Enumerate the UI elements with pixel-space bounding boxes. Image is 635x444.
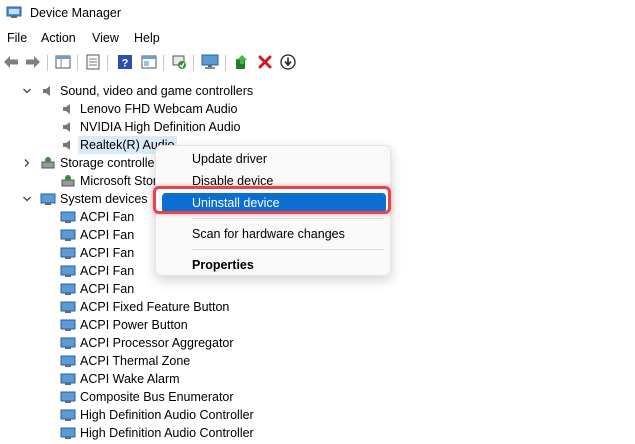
title-bar: Device Manager [0, 0, 635, 26]
system-device-icon [60, 229, 76, 241]
system-device-icon [60, 373, 76, 385]
speaker-icon [63, 122, 70, 132]
back-arrow-icon[interactable] [2, 53, 20, 71]
menu-separator [192, 218, 384, 219]
chevron-right-icon[interactable] [22, 158, 32, 168]
svg-text:?: ? [122, 58, 129, 70]
system-device-icon [60, 427, 76, 439]
tree-item-label: ACPI Fan [80, 282, 135, 296]
tree-item-system-device[interactable]: ACPI Fan [60, 244, 134, 262]
tree-item-system-device[interactable]: ACPI Fan [60, 262, 134, 280]
chevron-down-icon[interactable] [22, 86, 32, 96]
tree-item-system-device[interactable]: ACPI Fan [60, 226, 134, 244]
tree-item-system-device[interactable]: Composite Bus Enumerator [60, 388, 234, 406]
window-title: Device Manager [30, 6, 122, 20]
system-device-icon [60, 391, 76, 403]
properties-icon[interactable] [54, 53, 72, 71]
toolbar: ? [0, 52, 635, 74]
tree-item-label: ACPI Power Button [80, 318, 188, 332]
system-device-icon [40, 193, 56, 205]
menu-help[interactable]: Help [134, 31, 160, 45]
chevron-down-icon[interactable] [22, 194, 32, 204]
system-device-icon [60, 247, 76, 259]
view-icon[interactable] [140, 53, 158, 71]
download-icon[interactable] [279, 53, 297, 71]
system-device-icon [60, 283, 76, 295]
device-manager-icon [6, 6, 22, 18]
list-icon[interactable] [84, 53, 102, 71]
system-device-icon [60, 319, 76, 331]
system-device-icon [60, 265, 76, 277]
system-device-icon [60, 211, 76, 223]
tree-item-system-device[interactable]: ACPI Fixed Feature Button [60, 298, 229, 316]
tree-category-sound[interactable]: Sound, video and game controllers [22, 82, 253, 100]
tree-item-system-device[interactable]: ACPI Thermal Zone [60, 352, 190, 370]
tree-item-label: ACPI Fan [80, 228, 135, 242]
tree-item-label: High Definition Audio Controller [80, 426, 254, 440]
menu-scan-hardware[interactable]: Scan for hardware changes [162, 224, 386, 244]
speaker-icon [63, 140, 70, 150]
tree-item-label: Composite Bus Enumerator [80, 390, 234, 404]
uninstall-x-icon[interactable] [256, 53, 274, 71]
tree-category-label: System devices [60, 192, 148, 206]
system-device-icon [60, 337, 76, 349]
speaker-icon [43, 86, 50, 96]
update-driver-icon[interactable] [233, 53, 251, 71]
tree-item-system-device[interactable]: High Definition Audio Controller [60, 406, 254, 424]
tree-category-storage[interactable]: Storage controllers [22, 154, 165, 172]
tree-category-label: Storage controllers [60, 156, 165, 170]
tree-item-nvidia-audio[interactable]: NVIDIA High Definition Audio [60, 118, 241, 136]
tree-item-label: ACPI Fan [80, 210, 135, 224]
tree-item-system-device[interactable]: ACPI Fan [60, 208, 134, 226]
tree-item-system-device[interactable]: ACPI Wake Alarm [60, 370, 180, 388]
menu-view[interactable]: View [92, 31, 119, 45]
system-device-icon [60, 409, 76, 421]
storage-controller-icon [41, 157, 55, 169]
forward-arrow-icon[interactable] [24, 53, 42, 71]
tree-item-webcam-audio[interactable]: Lenovo FHD Webcam Audio [60, 100, 238, 118]
tree-item-label: ACPI Processor Aggregator [80, 336, 234, 350]
tree-item-label: ACPI Thermal Zone [80, 354, 191, 368]
speaker-icon [63, 104, 70, 114]
monitor-icon[interactable] [201, 53, 219, 71]
scan-icon[interactable] [170, 53, 188, 71]
system-device-icon [60, 301, 76, 313]
tree-item-label: ACPI Fan [80, 264, 135, 278]
highlight-callout [153, 186, 391, 214]
tree-item-label: High Definition Audio Controller [80, 408, 254, 422]
menu-file[interactable]: File [7, 31, 27, 45]
help-icon[interactable]: ? [116, 53, 134, 71]
tree-item-label: ACPI Fan [80, 246, 135, 260]
tree-item-system-device[interactable]: ACPI Processor Aggregator [60, 334, 234, 352]
tree-category-system[interactable]: System devices [22, 190, 148, 208]
tree-item-label: ACPI Fixed Feature Button [80, 300, 230, 314]
tree-item-label: Lenovo FHD Webcam Audio [80, 102, 238, 116]
tree-item-system-device[interactable]: High Definition Audio Controller [60, 424, 254, 442]
storage-controller-icon [61, 175, 75, 187]
system-device-icon [60, 355, 76, 367]
menu-action[interactable]: Action [41, 31, 76, 45]
menu-bar: File Action View Help [0, 29, 635, 49]
tree-item-label: NVIDIA High Definition Audio [80, 120, 241, 134]
tree-item-system-device[interactable]: ACPI Power Button [60, 316, 188, 334]
tree-item-label: ACPI Wake Alarm [80, 372, 180, 386]
tree-category-label: Sound, video and game controllers [60, 84, 254, 98]
menu-properties[interactable]: Properties [162, 255, 386, 275]
tree-item-system-device[interactable]: ACPI Fan [60, 280, 134, 298]
menu-separator [192, 249, 384, 250]
menu-update-driver[interactable]: Update driver [162, 149, 386, 169]
